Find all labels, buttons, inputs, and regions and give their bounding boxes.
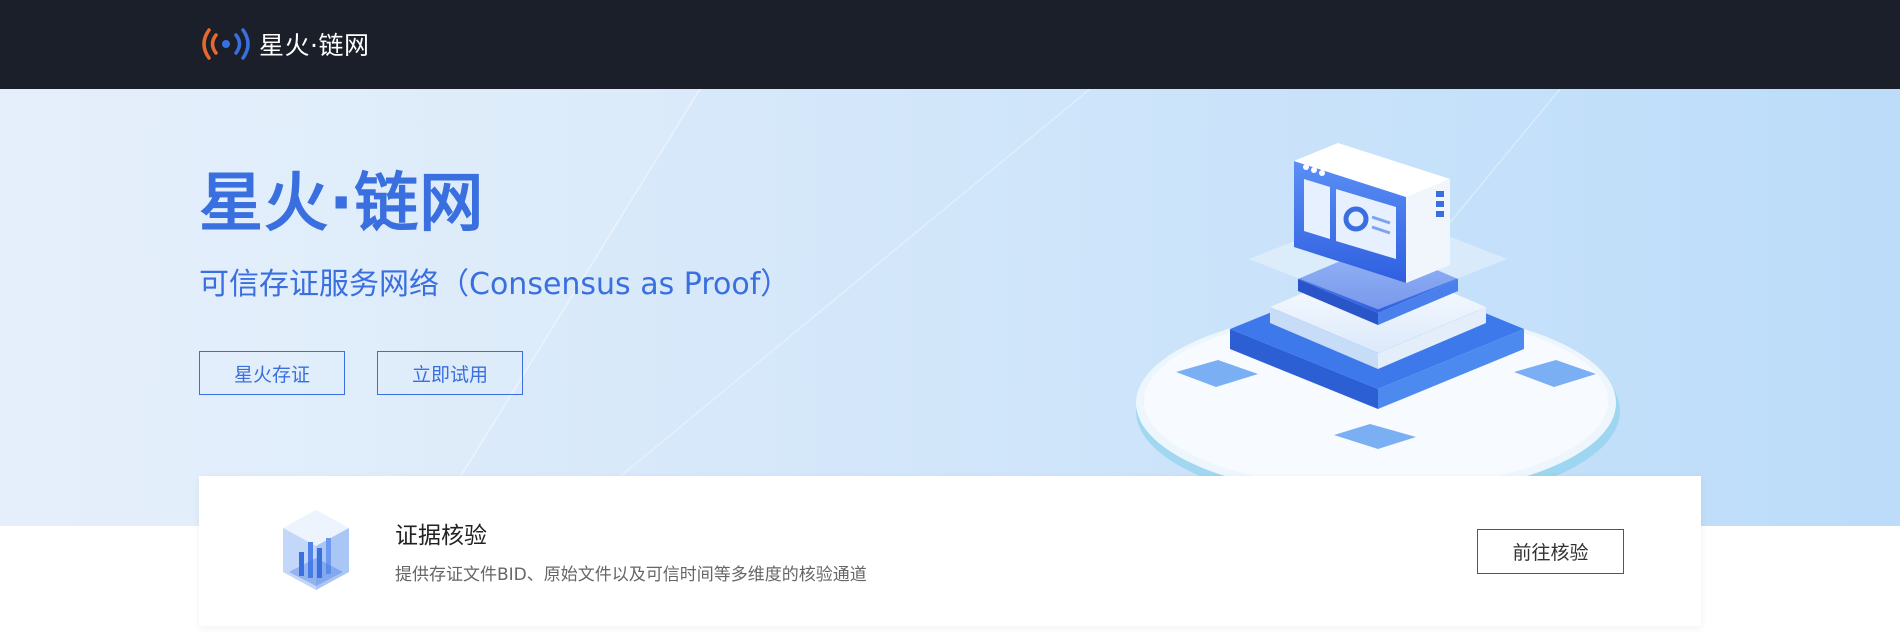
site-logo[interactable]: 星火·链网 xyxy=(199,24,369,64)
go-verify-button[interactable]: 前往核验 xyxy=(1477,529,1624,574)
evidence-verification-card: 证据核验 提供存证文件BID、原始文件以及可信时间等多维度的核验通道 前往核验 xyxy=(199,476,1701,626)
card-description: 提供存证文件BID、原始文件以及可信时间等多维度的核验通道 xyxy=(395,565,867,585)
card-title: 证据核验 xyxy=(395,523,487,549)
hero-banner: 星火·链网 可信存证服务网络（Consensus as Proof） 星火存证 … xyxy=(0,89,1900,526)
hero-subtitle: 可信存证服务网络（Consensus as Proof） xyxy=(199,267,791,302)
spark-notarization-button[interactable]: 星火存证 xyxy=(199,351,345,395)
try-now-button[interactable]: 立即试用 xyxy=(377,351,523,395)
logo-text: 星火·链网 xyxy=(259,31,370,60)
broadcast-signal-icon xyxy=(199,24,253,64)
data-cube-icon xyxy=(281,508,351,604)
server-platform-illustration xyxy=(1136,143,1620,507)
hero-title: 星火·链网 xyxy=(199,167,485,241)
top-navbar: 星火·链网 xyxy=(0,0,1900,89)
